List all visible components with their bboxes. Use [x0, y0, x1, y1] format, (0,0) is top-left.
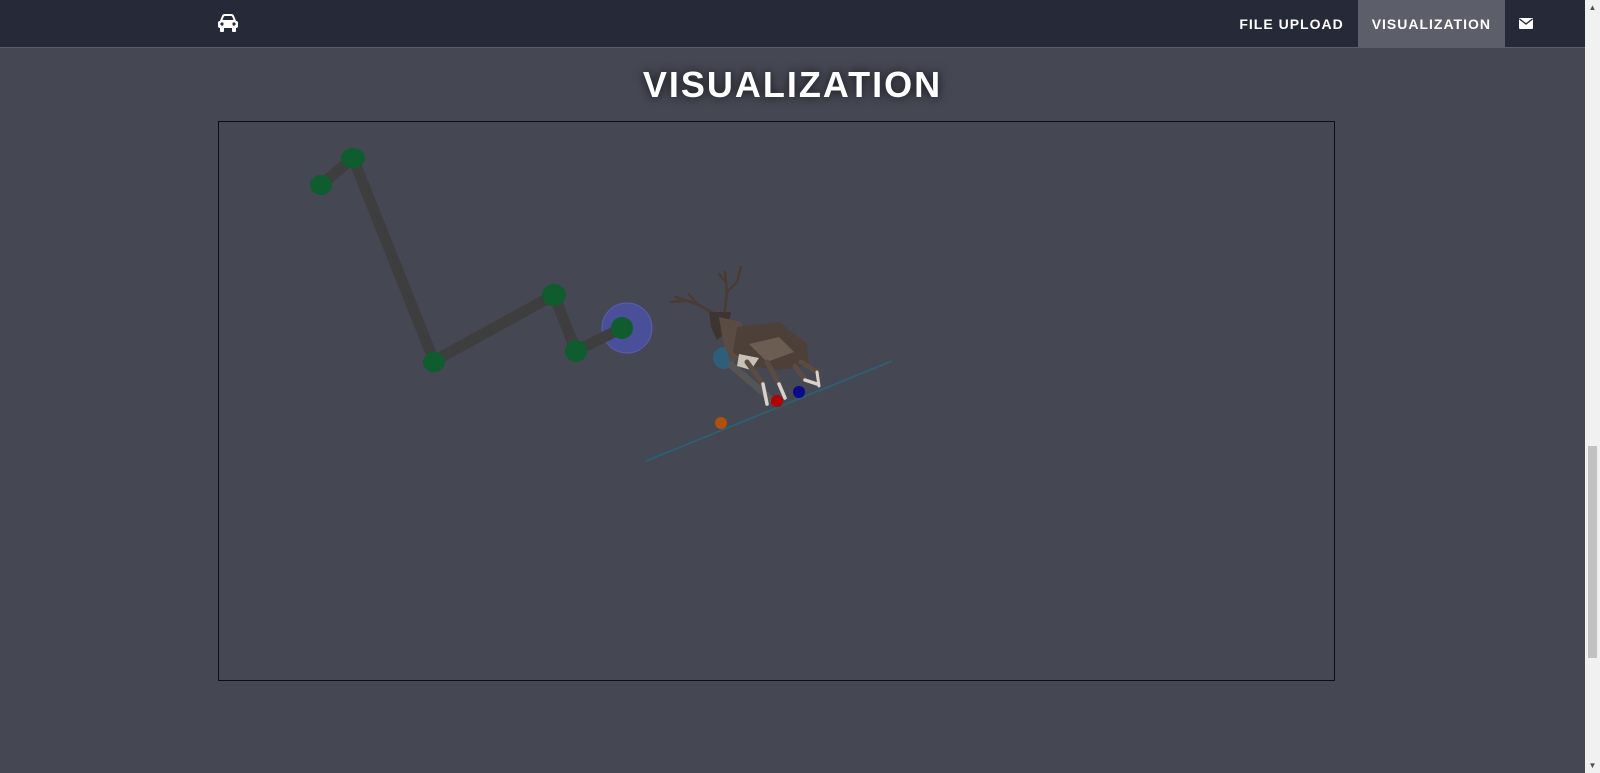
top-navbar: FILE UPLOAD VISUALIZATION: [0, 0, 1585, 48]
marker-blue: [793, 386, 805, 398]
joint: [310, 175, 332, 195]
scroll-up-arrow-icon[interactable]: ▲: [1585, 0, 1600, 15]
deer-model: [669, 265, 821, 406]
visualization-scene: [310, 148, 893, 462]
page-scrollbar[interactable]: ▲ ▼: [1585, 0, 1600, 773]
joint: [423, 352, 445, 372]
nav-contact[interactable]: [1505, 0, 1547, 48]
scroll-down-arrow-icon[interactable]: ▼: [1585, 758, 1600, 773]
car-icon[interactable]: [217, 13, 239, 33]
joint: [611, 317, 633, 339]
visualization-canvas[interactable]: [218, 121, 1335, 681]
joint: [565, 340, 587, 362]
nav-visualization[interactable]: VISUALIZATION: [1357, 0, 1505, 48]
nav-links: FILE UPLOAD VISUALIZATION: [1225, 0, 1547, 48]
joint: [542, 284, 566, 306]
marker-orange: [715, 417, 727, 429]
skeleton-chain: [315, 152, 628, 367]
marker-red: [771, 395, 783, 407]
nav-file-upload[interactable]: FILE UPLOAD: [1225, 0, 1357, 48]
joint: [341, 148, 365, 168]
envelope-icon: [1519, 16, 1533, 32]
ground-line: [645, 360, 893, 462]
page-title: VISUALIZATION: [642, 64, 943, 105]
scroll-thumb[interactable]: [1588, 446, 1597, 658]
